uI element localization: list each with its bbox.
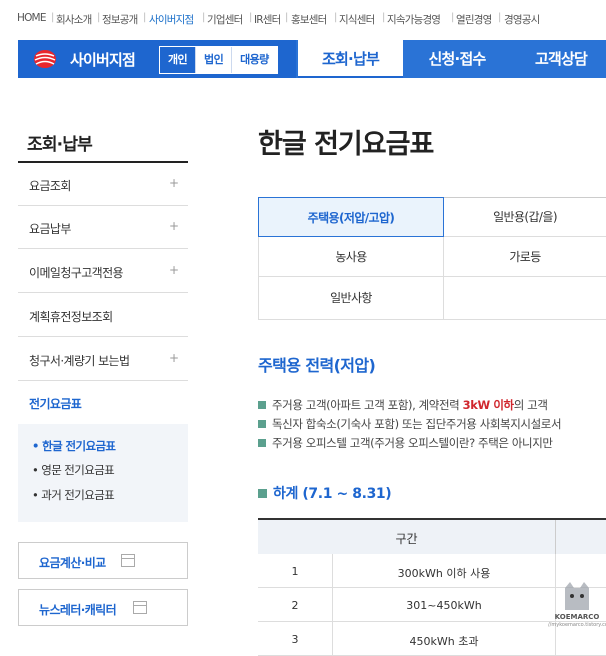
bullet-text: 독신자 합숙소(기숙사 포함) 또는 집단주거용 사회복지시설로서 — [272, 417, 562, 431]
section-title: 주택용 전력(저압) — [258, 356, 376, 375]
sidebar-item-label: 요금조회 — [29, 179, 71, 193]
bullet-square-icon — [258, 420, 266, 428]
top-link-management[interactable]: 경영공시 — [504, 12, 540, 27]
row-range: 301~450kWh — [406, 599, 482, 612]
kepco-logo-icon — [34, 50, 56, 68]
bullet-text: 주거용 오피스텔 고객(주거용 오피스텔이란? 주택은 아니지만 — [272, 436, 553, 450]
separator: | — [97, 12, 101, 23]
newsletter-button[interactable]: 뉴스레터·캐릭터 — [18, 589, 188, 626]
button-label: 뉴스레터·캐릭터 — [39, 603, 117, 617]
season-title-text: 하계 (7.1 ~ 8.31) — [273, 486, 392, 502]
bullet-square-icon — [258, 489, 267, 498]
separator: | — [334, 12, 338, 23]
tab-agricultural[interactable]: 농사용 — [259, 237, 444, 277]
header-cell: 구간 — [395, 532, 418, 546]
divider — [555, 520, 556, 554]
separator: | — [285, 12, 289, 23]
watermark-subtext: //mykoemarco.tistory.com — [548, 622, 606, 628]
brand-area: 사이버지점 개인 법인 대용량 — [18, 40, 296, 78]
bullet-text: 주거용 고객(아파트 고객 포함), 계약전력 — [272, 398, 463, 412]
plus-icon: + — [168, 219, 179, 233]
sidebar-item-bill-inquiry[interactable]: 요금조회 + — [18, 163, 188, 206]
separator: | — [498, 12, 502, 23]
tab-inquiry-payment[interactable]: 조회·납부 — [298, 40, 403, 78]
sidebar-item-label: 이메일청구고객전용 — [29, 266, 124, 280]
sidebar-item-label: 계획휴전정보조회 — [29, 310, 113, 324]
tab-residential[interactable]: 주택용(저압/고압) — [258, 197, 444, 237]
top-link-pr[interactable]: 홍보센터 — [291, 12, 327, 27]
window-icon — [133, 601, 147, 614]
customer-type-switch: 개인 법인 대용량 — [159, 46, 278, 74]
watermark: KOEMARCO //mykoemarco.tistory.com — [548, 578, 606, 636]
sidebar-title: 조회·납부 — [27, 135, 93, 155]
bill-calculator-button[interactable]: 요금계산·비교 — [18, 542, 188, 579]
cat-watermark-icon — [565, 582, 589, 610]
tab-streetlight[interactable]: 가로등 — [444, 237, 606, 277]
sidebar-item-bill-guide[interactable]: 청구서·계량기 보는법 + — [18, 338, 188, 381]
row-number: 2 — [291, 599, 299, 612]
sidebar-item-label: 전기요금표 — [29, 397, 82, 411]
plus-icon: + — [168, 263, 179, 277]
sidebar-item-label: 요금납부 — [29, 222, 71, 236]
bullet-item: 주거용 고객(아파트 고객 포함), 계약전력 3kW 이하의 고객 — [258, 397, 548, 413]
segment-personal[interactable]: 개인 — [160, 47, 196, 73]
brand-title[interactable]: 사이버지점 — [70, 49, 136, 70]
segment-large-volume[interactable]: 대용량 — [231, 47, 277, 73]
plus-icon: + — [168, 351, 179, 365]
window-icon — [121, 554, 135, 567]
separator: | — [382, 12, 386, 23]
bullet-square-icon — [258, 401, 266, 409]
button-label: 요금계산·비교 — [39, 556, 106, 570]
separator: | — [143, 12, 147, 23]
season-title: 하계 (7.1 ~ 8.31) — [258, 483, 392, 503]
top-link-ir[interactable]: IR센터 — [254, 12, 281, 27]
sidebar-item-planned-outage[interactable]: 계획휴전정보조회 — [18, 294, 188, 337]
highlight-text: 3kW 이하 — [462, 398, 515, 412]
segment-corporate[interactable]: 법인 — [195, 47, 232, 73]
separator: | — [249, 12, 253, 23]
top-utility-nav: HOME | 회사소개 | 정보공개 | 사이버지점 | 기업센터 | IR센터… — [0, 0, 606, 38]
separator: | — [451, 12, 455, 23]
row-number: 3 — [291, 633, 299, 646]
row-range: 300kWh 이하 사용 — [397, 567, 491, 580]
top-link-sustainability[interactable]: 지속가능경영 — [387, 12, 441, 27]
main-nav-bar: 사이버지점 개인 법인 대용량 조회·납부 신청·접수 고객상담 — [18, 40, 606, 78]
submenu-past-rate[interactable]: • 과거 전기요금표 — [32, 487, 115, 503]
separator: | — [51, 12, 55, 23]
top-link-disclosure[interactable]: 정보공개 — [102, 12, 138, 27]
sidebar-item-rate-table[interactable]: 전기요금표 — [18, 381, 188, 424]
sidebar-item-email-billing[interactable]: 이메일청구고객전용 + — [18, 250, 188, 293]
row-range: 450kWh 초과 — [409, 635, 479, 648]
submenu-english-rate[interactable]: • 영문 전기요금표 — [32, 462, 115, 478]
top-link-home[interactable]: HOME — [17, 12, 46, 24]
tab-general[interactable]: 일반용(갑/을) — [444, 197, 606, 237]
tab-general-info[interactable]: 일반사항 — [259, 277, 444, 319]
bullet-item: 독신자 합숙소(기숙사 포함) 또는 집단주거용 사회복지시설로서 — [258, 416, 562, 432]
bullet-square-icon — [258, 439, 266, 447]
submenu-korean-rate[interactable]: • 한글 전기요금표 — [32, 438, 116, 454]
plus-icon: + — [168, 176, 179, 190]
top-link-enterprise[interactable]: 기업센터 — [207, 12, 243, 27]
tab-customer-service[interactable]: 고객상담 — [511, 40, 606, 78]
top-link-knowledge[interactable]: 지식센터 — [339, 12, 375, 27]
top-link-open[interactable]: 열린경영 — [456, 12, 492, 27]
sidebar-item-bill-payment[interactable]: 요금납부 + — [18, 206, 188, 249]
watermark-text: KOEMARCO — [554, 613, 600, 621]
page-title: 한글 전기요금표 — [258, 129, 434, 160]
row-number: 1 — [291, 565, 299, 578]
table-header: 구간 — [258, 518, 606, 554]
bullet-text: 의 고객 — [513, 398, 548, 412]
tab-application[interactable]: 신청·접수 — [403, 40, 511, 78]
top-link-cyber-branch[interactable]: 사이버지점 — [149, 12, 194, 27]
separator: | — [202, 12, 206, 23]
top-link-company[interactable]: 회사소개 — [56, 12, 92, 27]
sidebar-submenu: • 한글 전기요금표 • 영문 전기요금표 • 과거 전기요금표 — [18, 424, 188, 522]
bullet-item: 주거용 오피스텔 고객(주거용 오피스텔이란? 주택은 아니지만 — [258, 435, 553, 451]
sidebar-item-label: 청구서·계량기 보는법 — [29, 354, 130, 368]
